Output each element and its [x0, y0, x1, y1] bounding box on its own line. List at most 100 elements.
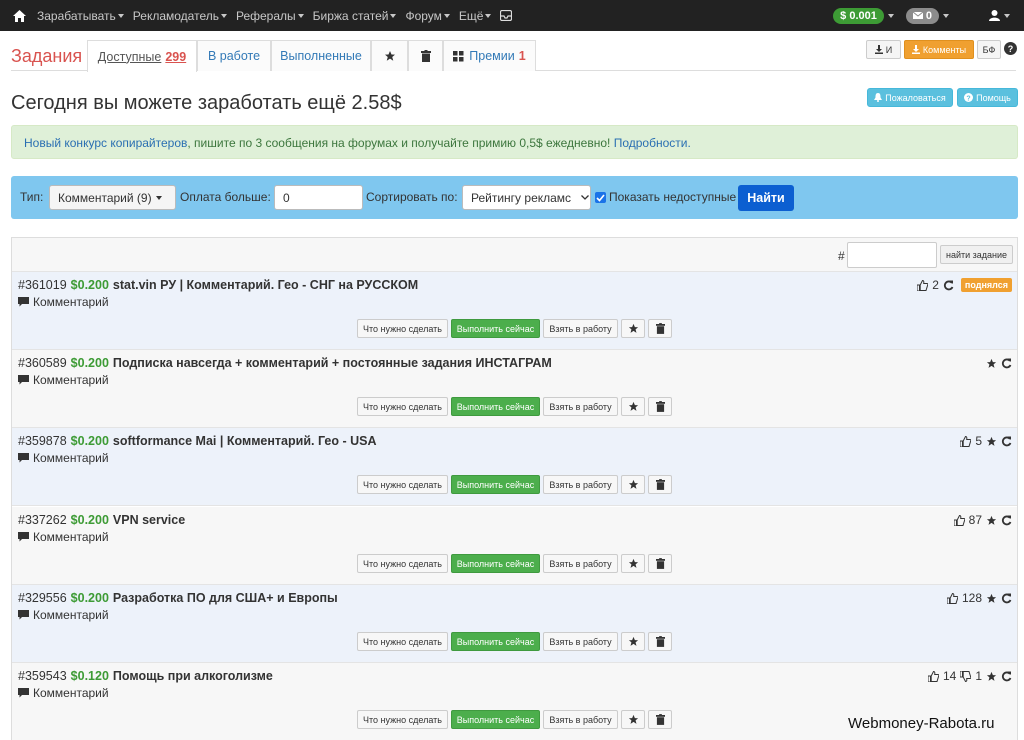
- task-title[interactable]: Подписка навсегда + комментарий + постоя…: [113, 356, 552, 370]
- what-to-do-button[interactable]: Что нужно сделать: [357, 475, 448, 494]
- chevron-down-icon[interactable]: [1004, 13, 1010, 18]
- delete-button[interactable]: [648, 554, 672, 573]
- trash-icon: [655, 558, 665, 569]
- question-icon: ?: [964, 93, 974, 103]
- tab-trash[interactable]: [408, 40, 443, 71]
- delete-button[interactable]: [648, 710, 672, 729]
- thumbs-up-icon[interactable]: [917, 279, 929, 291]
- task-meta: 87: [953, 513, 1012, 527]
- tab-completed[interactable]: Выполненные: [271, 40, 371, 71]
- do-now-button[interactable]: Выполнить сейчас: [451, 319, 540, 338]
- refresh-icon[interactable]: [1001, 515, 1012, 526]
- task-title[interactable]: VPN service: [113, 513, 185, 527]
- task-meta: 128: [946, 591, 1012, 605]
- what-to-do-button[interactable]: Что нужно сделать: [357, 632, 448, 651]
- star-icon[interactable]: [986, 436, 997, 447]
- refresh-icon[interactable]: [1001, 671, 1012, 682]
- task-type: Комментарий: [18, 686, 109, 700]
- favorite-button[interactable]: [621, 554, 645, 573]
- type-select[interactable]: Комментарий (9): [49, 185, 176, 210]
- tab-bonuses[interactable]: Премии 1: [443, 40, 536, 71]
- tab-available[interactable]: Доступные 299: [87, 40, 197, 72]
- nav-more[interactable]: Ещё: [459, 9, 492, 23]
- user-icon[interactable]: [989, 10, 1000, 21]
- refresh-icon[interactable]: [943, 280, 954, 291]
- refresh-icon[interactable]: [1001, 358, 1012, 369]
- help-button[interactable]: ? Помощь: [957, 88, 1018, 107]
- complain-button[interactable]: Пожаловаться: [867, 88, 953, 107]
- what-to-do-button[interactable]: Что нужно сделать: [357, 397, 448, 416]
- show-unavailable-checkbox[interactable]: [595, 192, 606, 203]
- inbox-icon[interactable]: [500, 10, 513, 21]
- refresh-icon[interactable]: [1001, 593, 1012, 604]
- tab-in-progress[interactable]: В работе: [197, 40, 271, 71]
- home-icon[interactable]: [13, 9, 27, 23]
- thumbs-up-icon[interactable]: [953, 514, 965, 526]
- task-title[interactable]: stat.vin РУ | Комментарий. Гео - СНГ на …: [113, 278, 418, 292]
- refresh-icon[interactable]: [1001, 436, 1012, 447]
- favorite-button[interactable]: [621, 710, 645, 729]
- do-now-button[interactable]: Выполнить сейчас: [451, 554, 540, 573]
- favorite-button[interactable]: [621, 475, 645, 494]
- import-button[interactable]: И: [866, 40, 901, 59]
- take-to-work-button[interactable]: Взять в работу: [543, 397, 618, 416]
- find-button[interactable]: Найти: [738, 185, 794, 211]
- task-id-input[interactable]: [847, 242, 937, 268]
- delete-button[interactable]: [648, 632, 672, 651]
- do-now-button[interactable]: Выполнить сейчас: [451, 475, 540, 494]
- take-to-work-button[interactable]: Взять в работу: [543, 632, 618, 651]
- dislikes-count: 1: [975, 669, 982, 683]
- nav-advertiser[interactable]: Рекламодатель: [133, 9, 227, 23]
- take-to-work-button[interactable]: Взять в работу: [543, 319, 618, 338]
- task-title[interactable]: Разработка ПО для США+ и Европы: [113, 591, 338, 605]
- svg-text:?: ?: [966, 96, 970, 103]
- thumbs-up-icon[interactable]: [960, 435, 972, 447]
- sort-select[interactable]: Рейтингу рекламс: [462, 185, 591, 210]
- thumbs-up-icon[interactable]: [946, 592, 958, 604]
- take-to-work-button[interactable]: Взять в работу: [543, 710, 618, 729]
- what-to-do-button[interactable]: Что нужно сделать: [357, 554, 448, 573]
- favorite-button[interactable]: [621, 397, 645, 416]
- trash-icon: [655, 479, 665, 490]
- task-search-bar: # найти задание: [12, 238, 1017, 272]
- nav-earn[interactable]: Зарабатывать: [37, 9, 124, 23]
- do-now-button[interactable]: Выполнить сейчас: [451, 397, 540, 416]
- chevron-down-icon: [485, 13, 492, 18]
- bf-button[interactable]: БФ: [977, 40, 1001, 59]
- messages-badge[interactable]: 0: [905, 7, 939, 24]
- details-link[interactable]: Подробности.: [614, 136, 691, 150]
- task-title[interactable]: Помощь при алкоголизме: [113, 669, 273, 683]
- take-to-work-button[interactable]: Взять в работу: [543, 554, 618, 573]
- favorite-button[interactable]: [621, 319, 645, 338]
- pay-input[interactable]: 0: [274, 185, 363, 210]
- delete-button[interactable]: [648, 319, 672, 338]
- favorite-button[interactable]: [621, 632, 645, 651]
- star-icon[interactable]: [986, 593, 997, 604]
- contest-link[interactable]: Новый конкурс копирайтеров: [24, 136, 187, 150]
- delete-button[interactable]: [648, 475, 672, 494]
- chevron-down-icon[interactable]: [887, 13, 894, 18]
- delete-button[interactable]: [648, 397, 672, 416]
- nav-forum[interactable]: Форум: [405, 9, 450, 23]
- star-icon[interactable]: [986, 515, 997, 526]
- star-icon[interactable]: [986, 671, 997, 682]
- tab-favorites[interactable]: [371, 40, 408, 71]
- help-circle-icon[interactable]: ?: [1004, 42, 1017, 55]
- find-task-button[interactable]: найти задание: [940, 245, 1013, 264]
- task-price: $0.200: [70, 434, 109, 448]
- thumbs-up-icon[interactable]: [927, 670, 939, 682]
- nav-referrals[interactable]: Рефералы: [236, 9, 304, 23]
- do-now-button[interactable]: Выполнить сейчас: [451, 632, 540, 651]
- comments-button[interactable]: Комменты: [904, 40, 974, 59]
- task-title-line: #360589 $0.200 Подписка навсегда + коммент…: [18, 356, 552, 370]
- nav-articles[interactable]: Биржа статей: [313, 9, 397, 23]
- take-to-work-button[interactable]: Взять в работу: [543, 475, 618, 494]
- task-title[interactable]: softformance Mai | Комментарий. Гео - US…: [113, 434, 377, 448]
- chevron-down-icon[interactable]: [943, 13, 949, 18]
- what-to-do-button[interactable]: Что нужно сделать: [357, 319, 448, 338]
- do-now-button[interactable]: Выполнить сейчас: [451, 710, 540, 729]
- what-to-do-button[interactable]: Что нужно сделать: [357, 710, 448, 729]
- balance-badge[interactable]: $ 0.001: [833, 7, 884, 24]
- thumbs-down-icon[interactable]: [960, 670, 972, 682]
- star-icon[interactable]: [986, 358, 997, 369]
